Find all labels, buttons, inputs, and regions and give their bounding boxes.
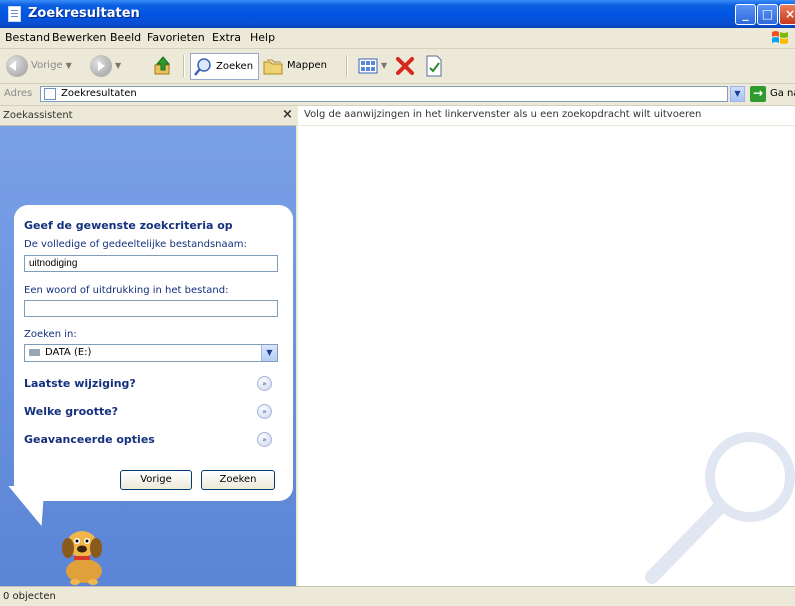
search-magnifier-icon	[194, 57, 211, 76]
delete-button[interactable]	[394, 53, 416, 78]
folders-icon	[263, 59, 283, 74]
criteria-heading: Geef de gewenste zoekcriteria op	[24, 219, 233, 232]
search-assistant-header: Zoekassistent ×	[0, 106, 296, 126]
maximize-button[interactable]: □	[757, 4, 778, 25]
go-button-label[interactable]: Ga naar	[770, 88, 795, 99]
window-title: Zoekresultaten	[28, 6, 140, 21]
search-dog-icon[interactable]	[42, 516, 122, 586]
close-window-button[interactable]: ×	[779, 4, 795, 25]
menu-bewerken[interactable]: Bewerken	[52, 31, 106, 44]
phrase-label: Een woord of uitdrukking in het bestand:	[24, 285, 229, 296]
expand-chevron-icon[interactable]: »	[257, 404, 272, 419]
search-results-folder-icon	[44, 88, 56, 100]
back-button[interactable]: Vorige ▼	[6, 53, 72, 78]
results-header: Volg de aanwijzingen in het linkervenste…	[298, 106, 795, 125]
search-results-window-icon	[8, 6, 21, 22]
address-field[interactable]: Zoekresultaten	[40, 86, 728, 102]
menu-bar: Bestand Bewerken Beeld Favorieten Extra …	[0, 28, 795, 49]
folders-button[interactable]: Mappen	[262, 53, 327, 78]
search-assistant-title: Zoekassistent	[3, 110, 73, 121]
properties-icon	[426, 55, 442, 76]
address-dropdown-button[interactable]: ▼	[730, 86, 745, 102]
back-label: Vorige	[31, 60, 63, 71]
search-assistant-pane: Zoekassistent × Geef de gewenste zoekcri…	[0, 106, 296, 586]
search-button[interactable]: Zoeken	[190, 53, 260, 80]
expand-chevron-icon[interactable]: »	[257, 432, 272, 447]
forward-arrow-icon	[90, 54, 112, 77]
look-in-value: DATA (E:)	[45, 347, 92, 358]
previous-button[interactable]: Vorige	[120, 470, 192, 490]
views-button[interactable]: ▼	[358, 53, 387, 78]
delete-x-icon	[396, 56, 414, 75]
search-criteria-panel: Geef de gewenste zoekcriteria op De voll…	[14, 205, 293, 501]
phrase-input[interactable]	[24, 300, 278, 317]
back-dropdown-icon[interactable]: ▼	[66, 61, 72, 70]
up-folder-button[interactable]	[152, 53, 174, 78]
title-bar: Zoekresultaten _ □ ×	[0, 0, 795, 28]
last-modified-section[interactable]: Laatste wijziging?	[24, 377, 136, 390]
results-instruction-text: Volg de aanwijzingen in het linkervenste…	[304, 109, 702, 120]
search-label: Zoeken	[216, 61, 254, 72]
status-bar: 0 objecten	[0, 586, 795, 606]
search-submit-button[interactable]: Zoeken	[201, 470, 275, 490]
up-folder-icon	[154, 55, 171, 74]
toolbar-separator	[346, 55, 347, 77]
address-value: Zoekresultaten	[61, 88, 137, 99]
status-text: 0 objecten	[3, 591, 56, 602]
look-in-label: Zoeken in:	[24, 329, 77, 340]
folders-label: Mappen	[287, 60, 327, 71]
expand-chevron-icon[interactable]: »	[257, 376, 272, 391]
toolbar-separator	[183, 55, 184, 77]
advanced-options-section[interactable]: Geavanceerde opties	[24, 433, 155, 446]
properties-button[interactable]	[424, 53, 444, 78]
address-label: Adres	[4, 88, 33, 99]
menu-help[interactable]: Help	[250, 31, 275, 44]
chevron-down-icon[interactable]: ▼	[261, 345, 277, 361]
back-arrow-icon	[6, 54, 28, 77]
minimize-button[interactable]: _	[735, 4, 756, 25]
toolbar: Vorige ▼ ▼ Zoeken Mappen ▼	[0, 49, 795, 84]
menu-beeld[interactable]: Beeld	[110, 31, 141, 44]
views-grid-icon	[358, 58, 378, 73]
menu-extra[interactable]: Extra	[212, 31, 241, 44]
magnifier-watermark-icon	[645, 432, 795, 584]
filename-label: De volledige of gedeeltelijke bestandsna…	[24, 239, 247, 250]
size-section[interactable]: Welke grootte?	[24, 405, 118, 418]
filename-input[interactable]	[24, 255, 278, 272]
drive-icon	[29, 349, 40, 356]
windows-logo-icon	[772, 31, 788, 44]
go-arrow-icon[interactable]: →	[750, 86, 766, 102]
forward-dropdown-icon[interactable]: ▼	[115, 61, 121, 70]
menu-bestand[interactable]: Bestand	[5, 31, 50, 44]
menu-favorieten[interactable]: Favorieten	[147, 31, 205, 44]
forward-button[interactable]: ▼	[90, 53, 121, 78]
look-in-select[interactable]: DATA (E:) ▼	[24, 344, 278, 362]
address-bar: Adres Zoekresultaten ▼ → Ga naar	[0, 84, 795, 106]
close-pane-icon[interactable]: ×	[282, 107, 293, 122]
views-dropdown-icon[interactable]: ▼	[381, 61, 387, 70]
